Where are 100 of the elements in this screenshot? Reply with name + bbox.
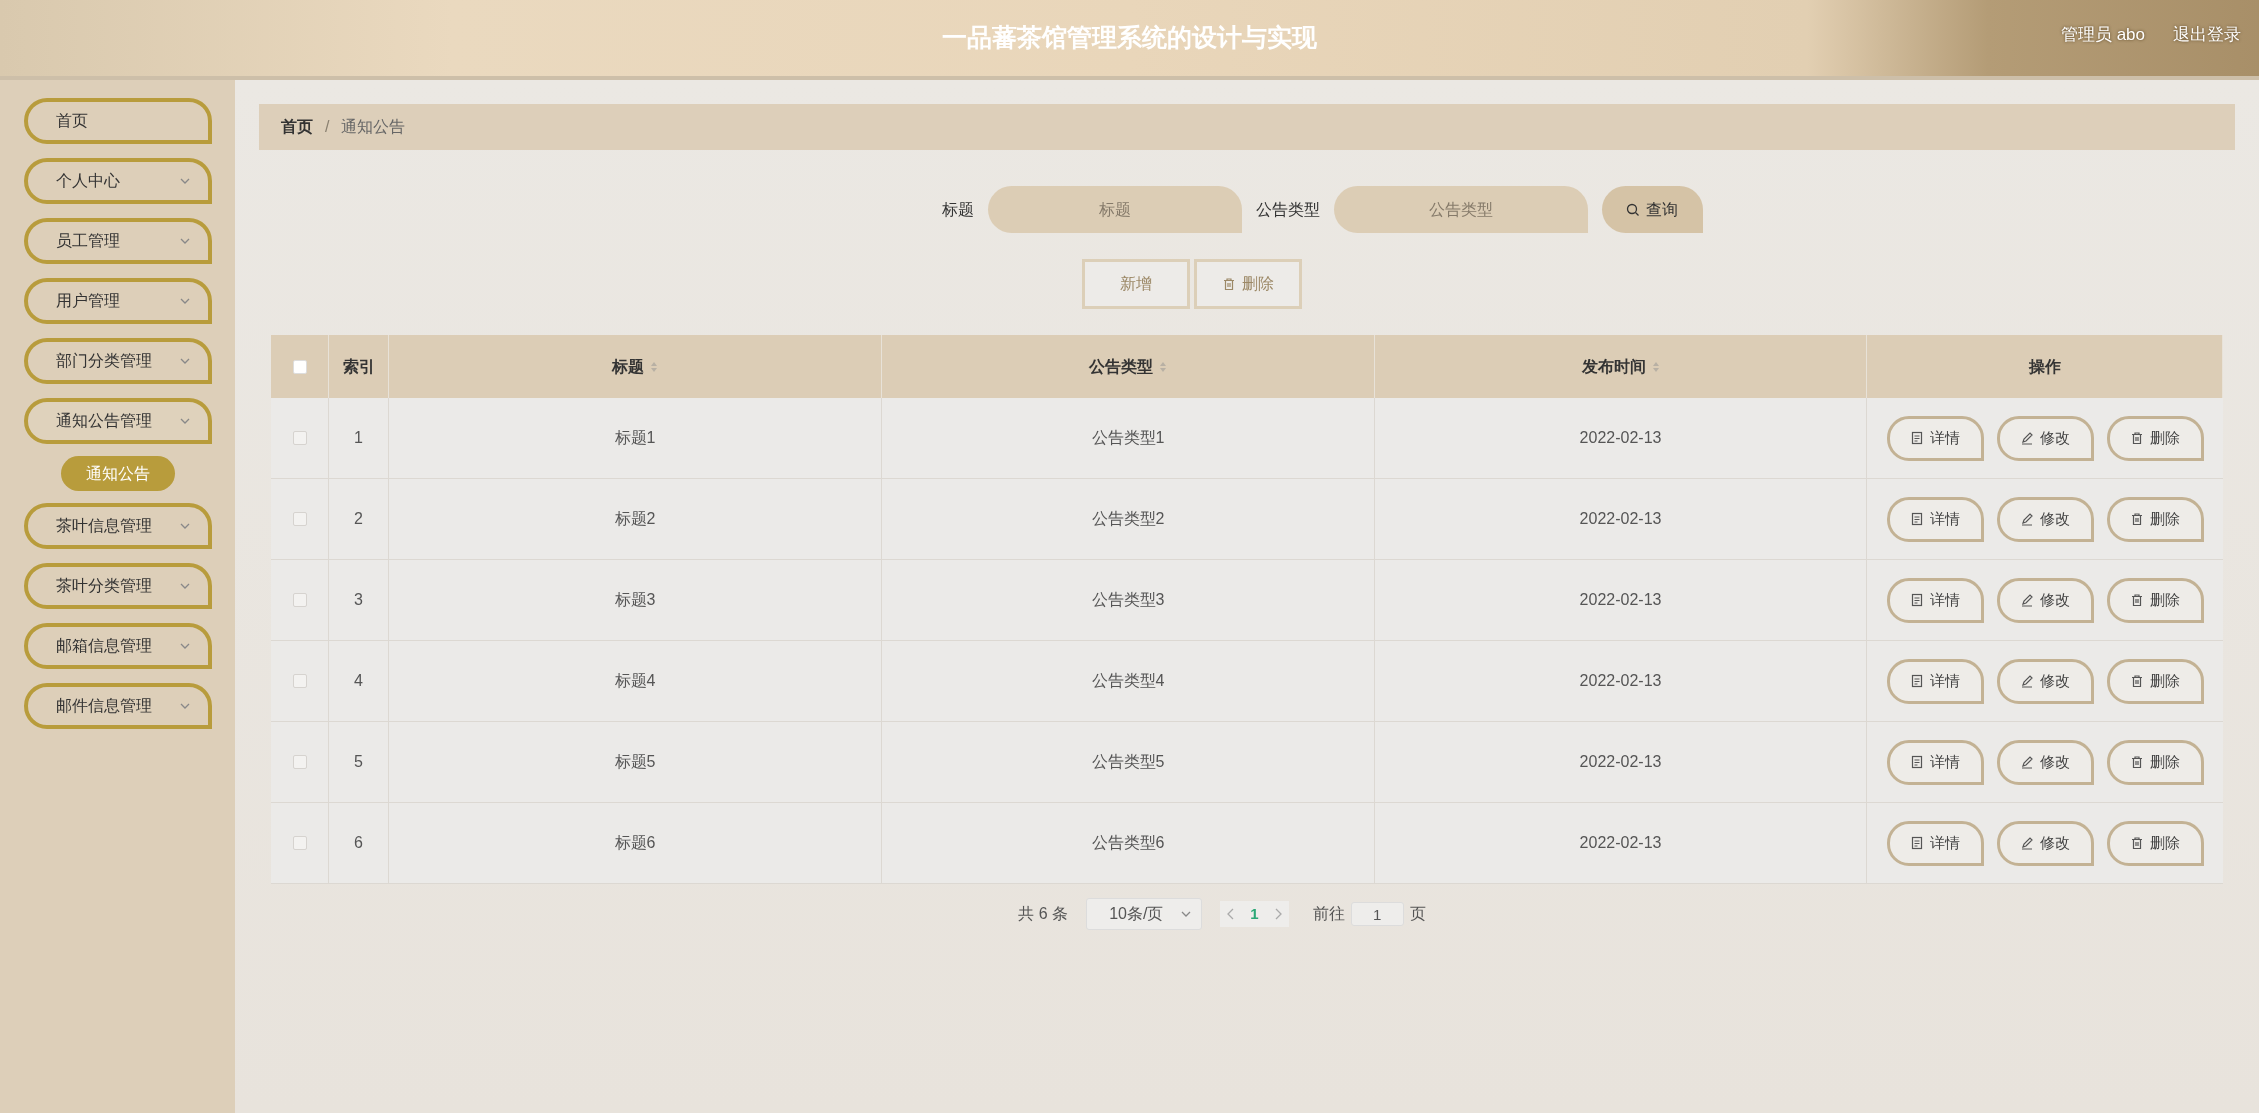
document-icon xyxy=(1910,431,1924,445)
search-icon xyxy=(1626,202,1640,217)
table-cell-text: 2022-02-13 xyxy=(1579,590,1662,610)
menu-item[interactable]: 用户管理 xyxy=(23,278,212,324)
menu-item[interactable]: 邮件信息管理 xyxy=(23,683,212,729)
edit-button[interactable]: 修改 xyxy=(1996,820,2094,866)
sort-icon[interactable] xyxy=(1159,360,1167,373)
pencil-icon xyxy=(2020,755,2034,769)
edit-button[interactable]: 修改 xyxy=(1996,496,2094,542)
checkbox[interactable] xyxy=(292,512,307,526)
delete-button[interactable]: 删除 xyxy=(2106,496,2204,542)
edit-button[interactable]: 修改 xyxy=(1996,658,2094,704)
sort-icon[interactable] xyxy=(1651,360,1660,373)
table-cell-text: 标题4 xyxy=(614,671,656,691)
column-header[interactable]: 发布时间 xyxy=(1581,354,1660,379)
total-count: 共 6 条 xyxy=(1018,904,1069,924)
column-header[interactable]: 操作 xyxy=(2028,354,2061,379)
detail-button[interactable]: 详情 xyxy=(1886,415,1984,461)
trash-icon xyxy=(2130,755,2144,769)
menu-item[interactable]: 茶叶信息管理 xyxy=(23,503,212,549)
menu-item[interactable]: 首页 xyxy=(23,98,212,144)
table-cell-text: 1 xyxy=(354,428,363,448)
field-label: 公告类型 xyxy=(1255,199,1320,220)
menu-item[interactable]: 茶叶分类管理 xyxy=(23,563,212,609)
pencil-icon xyxy=(2020,431,2034,445)
table-cell-text: 5 xyxy=(354,752,363,772)
table-cell-text: 6 xyxy=(354,833,363,853)
column-header[interactable]: 公告类型 xyxy=(1089,354,1167,379)
pencil-icon xyxy=(2020,674,2034,688)
document-icon xyxy=(1910,674,1924,688)
trash-icon xyxy=(2130,836,2144,850)
search-field[interactable]: 公告类型 xyxy=(1333,186,1588,233)
table-cell-text: 公告类型1 xyxy=(1091,428,1165,448)
pencil-icon xyxy=(2020,836,2034,850)
user-label: 管理员 abo xyxy=(2060,24,2145,46)
page-suffix: 页 xyxy=(1409,904,1426,924)
delete-button[interactable]: 删除 xyxy=(2106,577,2204,623)
field-label: 标题 xyxy=(941,199,974,220)
checkbox[interactable] xyxy=(292,593,307,607)
table-cell-text: 标题2 xyxy=(614,509,656,529)
delete-button[interactable]: 删除 xyxy=(2106,820,2204,866)
table-cell-text: 2022-02-13 xyxy=(1579,428,1662,448)
search-button[interactable]: 查询 xyxy=(1601,186,1703,233)
trash-icon xyxy=(1222,277,1236,291)
detail-button[interactable]: 详情 xyxy=(1886,496,1984,542)
column-header[interactable]: 索引 xyxy=(342,354,375,379)
checkbox[interactable] xyxy=(292,359,307,374)
table-cell-text: 3 xyxy=(354,590,363,610)
checkbox[interactable] xyxy=(292,674,307,688)
document-icon xyxy=(1910,755,1924,769)
table-cell-text: 2022-02-13 xyxy=(1579,509,1662,529)
table-cell-text: 公告类型2 xyxy=(1091,509,1165,529)
trash-icon xyxy=(2130,512,2144,526)
edit-button[interactable]: 修改 xyxy=(1996,739,2094,785)
table-cell-text: 2022-02-13 xyxy=(1579,833,1662,853)
trash-icon xyxy=(2130,593,2144,607)
breadcrumb-item[interactable]: 首页 xyxy=(281,115,313,139)
table-cell-text: 公告类型5 xyxy=(1091,752,1165,772)
delete-button[interactable]: 删除 xyxy=(2106,658,2204,704)
goto-label: 前往 xyxy=(1312,904,1345,924)
table-cell-text: 2022-02-13 xyxy=(1579,752,1662,772)
search-field[interactable]: 标题 xyxy=(987,186,1242,233)
edit-button[interactable]: 修改 xyxy=(1996,577,2094,623)
detail-button[interactable]: 详情 xyxy=(1886,739,1984,785)
menu-item[interactable]: 邮箱信息管理 xyxy=(23,623,212,669)
table-cell-text: 公告类型4 xyxy=(1091,671,1165,691)
table-cell-text: 公告类型6 xyxy=(1091,833,1165,853)
sort-icon[interactable] xyxy=(650,360,658,373)
document-icon xyxy=(1910,836,1924,850)
pencil-icon xyxy=(2020,512,2034,526)
column-header[interactable]: 标题 xyxy=(612,354,658,379)
delete-button[interactable]: 删除 xyxy=(2106,415,2204,461)
checkbox[interactable] xyxy=(292,836,307,850)
table-cell-text: 标题5 xyxy=(614,752,656,772)
detail-button[interactable]: 详情 xyxy=(1886,577,1984,623)
trash-icon xyxy=(2130,674,2144,688)
table-cell-text: 2 xyxy=(354,509,363,529)
checkbox[interactable] xyxy=(292,755,307,769)
table-cell-text: 标题3 xyxy=(614,590,656,610)
detail-button[interactable]: 详情 xyxy=(1886,658,1984,704)
edit-button[interactable]: 修改 xyxy=(1996,415,2094,461)
checkbox[interactable] xyxy=(292,431,307,445)
document-icon xyxy=(1910,593,1924,607)
breadcrumb-separator: / xyxy=(325,117,330,137)
menu-item[interactable]: 通知公告管理 xyxy=(23,398,212,444)
menu-item[interactable]: 个人中心 xyxy=(23,158,212,204)
page-input[interactable]: 1 xyxy=(1350,902,1404,926)
app-title: 一品蕃茶馆管理系统的设计与实现 xyxy=(942,22,1317,54)
delete-button[interactable]: 删除 xyxy=(2106,739,2204,785)
pencil-icon xyxy=(2020,593,2034,607)
table-cell-text: 标题1 xyxy=(614,428,656,448)
table-cell-text: 公告类型3 xyxy=(1091,590,1165,610)
menu-item[interactable]: 员工管理 xyxy=(23,218,212,264)
table-cell-text: 2022-02-13 xyxy=(1579,671,1662,691)
document-icon xyxy=(1910,512,1924,526)
menu-item[interactable]: 部门分类管理 xyxy=(23,338,212,384)
breadcrumb-item[interactable]: 通知公告 xyxy=(341,115,406,139)
detail-button[interactable]: 详情 xyxy=(1886,820,1984,866)
trash-icon xyxy=(2130,431,2144,445)
page-size-select[interactable]: 10条/页 xyxy=(1086,898,1203,930)
